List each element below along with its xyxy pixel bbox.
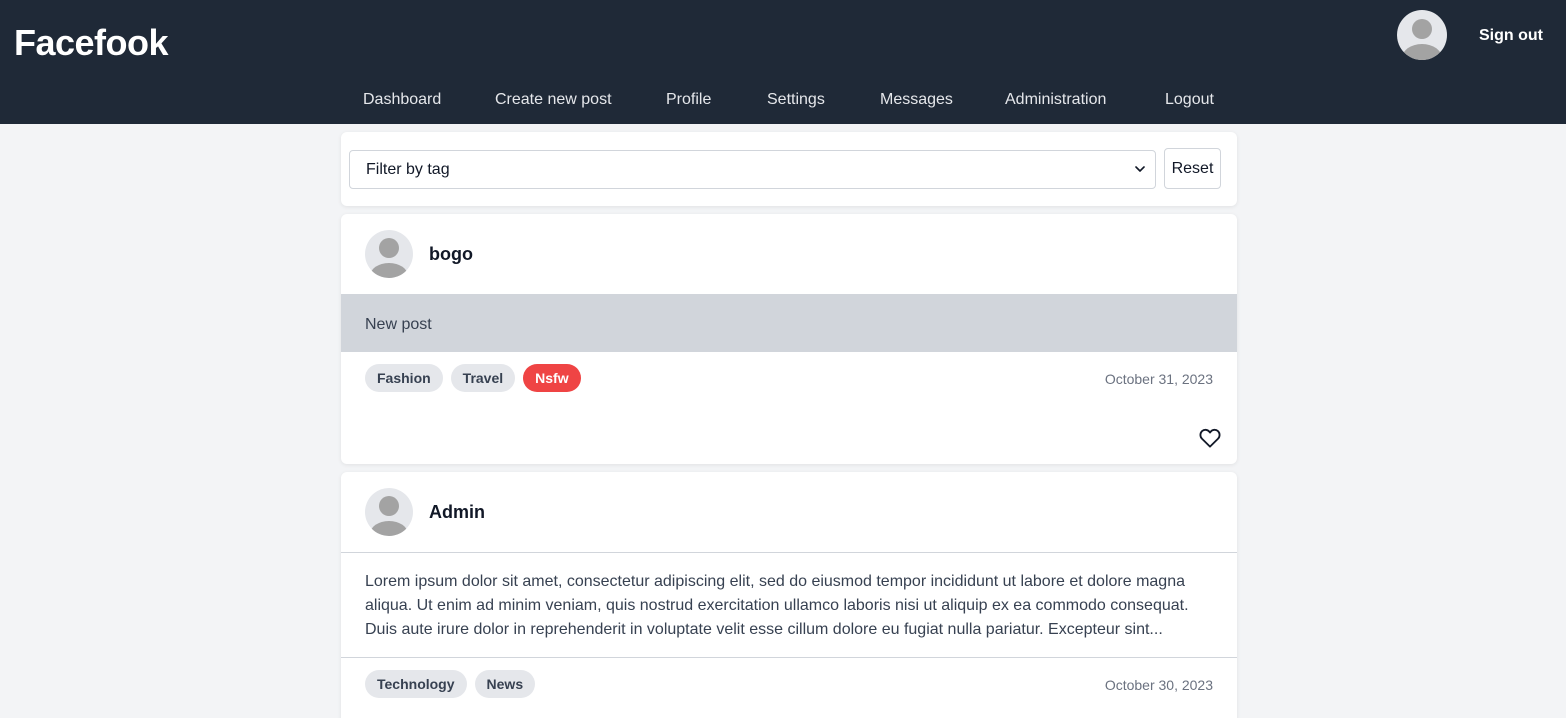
divider xyxy=(341,552,1237,553)
nav-create-new-post[interactable]: Create new post xyxy=(495,91,612,109)
user-avatar-icon[interactable] xyxy=(365,488,413,536)
post-author[interactable]: Admin xyxy=(429,502,485,523)
heart-outline-icon[interactable] xyxy=(1199,428,1221,448)
post-tags: Fashion Travel Nsfw xyxy=(365,364,581,392)
post-author[interactable]: bogo xyxy=(429,244,473,265)
sign-out-button[interactable]: Sign out xyxy=(1479,27,1543,45)
filter-bar: Filter by tag Reset xyxy=(341,132,1237,206)
chevron-down-icon xyxy=(1135,166,1145,172)
post-date: October 31, 2023 xyxy=(1104,371,1213,387)
tag-news[interactable]: News xyxy=(474,670,536,698)
reset-button[interactable]: Reset xyxy=(1164,148,1221,189)
app-logo[interactable]: Facefook xyxy=(14,22,169,64)
nav-logout[interactable]: Logout xyxy=(1165,91,1214,109)
main-nav: Dashboard Create new post Profile Settin… xyxy=(0,91,1566,115)
tag-filter-value: Filter by tag xyxy=(366,161,450,178)
nav-administration[interactable]: Administration xyxy=(1005,91,1106,109)
post-text: New post xyxy=(365,316,432,333)
nav-settings[interactable]: Settings xyxy=(767,91,825,109)
post-card: bogo New post Fashion Travel Nsfw Octobe… xyxy=(341,214,1237,464)
tag-fashion[interactable]: Fashion xyxy=(365,364,443,392)
nav-messages[interactable]: Messages xyxy=(880,91,953,109)
nav-dashboard[interactable]: Dashboard xyxy=(363,91,441,109)
top-header: Facefook Sign out Dashboard Create new p… xyxy=(0,0,1566,124)
post-text: Lorem ipsum dolor sit amet, consectetur … xyxy=(365,573,1189,638)
post-card: Admin Lorem ipsum dolor sit amet, consec… xyxy=(341,472,1237,718)
nav-profile[interactable]: Profile xyxy=(666,91,711,109)
user-avatar-icon[interactable] xyxy=(365,230,413,278)
post-tags: Technology News xyxy=(365,670,536,698)
tag-filter-select[interactable]: Filter by tag xyxy=(349,150,1156,189)
user-avatar-icon[interactable] xyxy=(1397,10,1447,60)
tag-nsfw[interactable]: Nsfw xyxy=(523,364,581,392)
post-date: October 30, 2023 xyxy=(1104,677,1213,693)
tag-travel[interactable]: Travel xyxy=(450,364,516,392)
tag-technology[interactable]: Technology xyxy=(365,670,467,698)
post-content: New post xyxy=(341,294,1237,352)
divider xyxy=(341,657,1237,658)
